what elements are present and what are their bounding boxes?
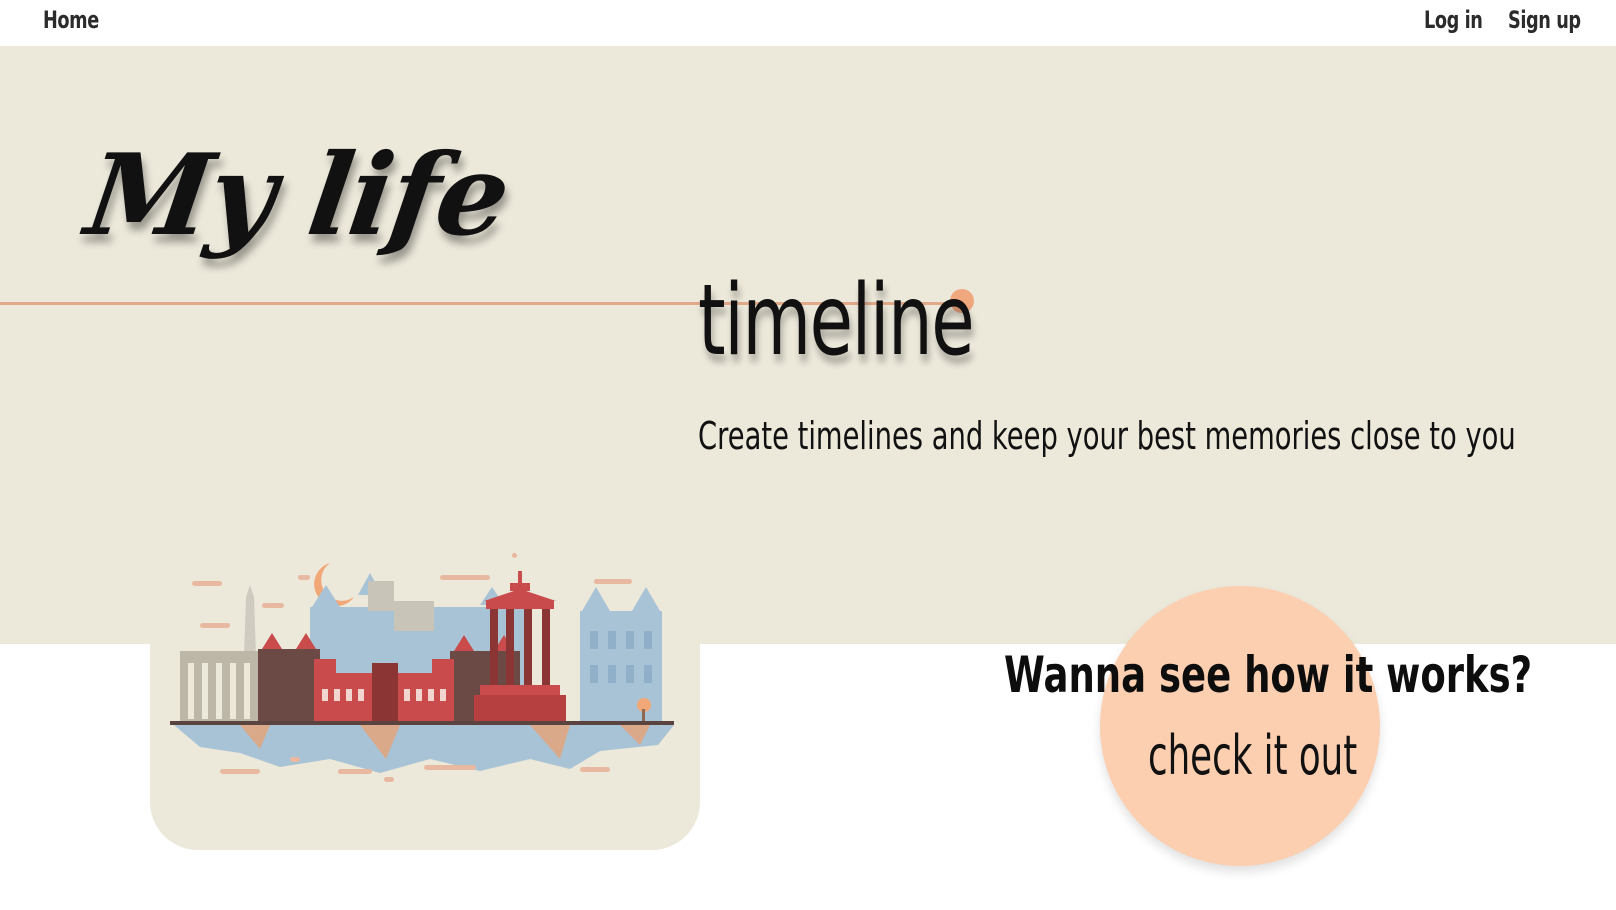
landing-page: Home Log in Sign up My life timeline Cre…	[0, 0, 1616, 910]
hero-tagline: Create timelines and keep your best memo…	[698, 414, 1516, 458]
nav-login-link[interactable]: Log in	[1424, 6, 1483, 34]
top-nav: Home Log in Sign up	[0, 0, 1616, 46]
check-it-out-link[interactable]: check it out	[1148, 724, 1357, 787]
city-illustration-card	[150, 545, 700, 850]
nav-signup-link[interactable]: Sign up	[1508, 6, 1581, 34]
hero-subtitle: timeline	[698, 264, 975, 378]
hero-title: My life	[78, 130, 516, 261]
cta-question: Wanna see how it works?	[1004, 646, 1533, 704]
nav-home-link[interactable]: Home	[43, 6, 99, 34]
city-skyline-illustration	[170, 553, 674, 782]
